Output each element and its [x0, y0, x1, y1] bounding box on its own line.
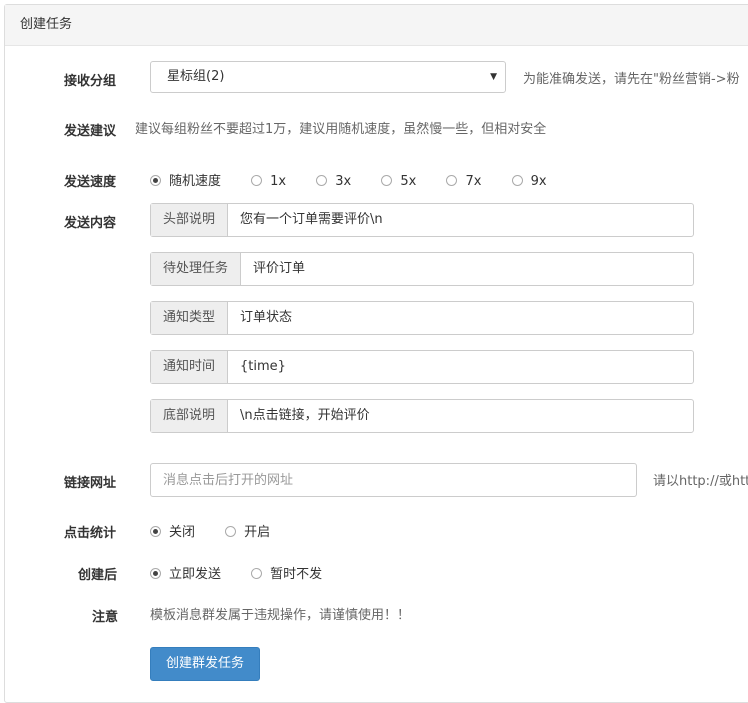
after-create-radio-group: 立即发送 暂时不发 — [150, 563, 348, 582]
field-value[interactable]: 评价订单 — [241, 253, 305, 285]
radio-icon[interactable] — [251, 568, 263, 579]
speed-option-random[interactable]: 随机速度 — [150, 170, 221, 189]
link-hint: 请以http://或htt — [653, 474, 748, 489]
radio-checked-icon[interactable] — [150, 568, 161, 579]
speed-option-3x[interactable]: 3x — [316, 174, 351, 189]
radio-icon[interactable] — [511, 175, 523, 186]
speed-option-1x[interactable]: 1x — [251, 174, 286, 189]
content-field-notify-time[interactable]: 通知时间 {time} — [150, 350, 694, 384]
speed-option-5x[interactable]: 5x — [381, 174, 416, 189]
receive-group-select[interactable]: 星标组(2) ▼ — [150, 61, 506, 93]
receive-group-selected: 星标组(2) — [167, 69, 225, 84]
field-value[interactable]: 订单状态 — [228, 302, 292, 334]
after-create-send-now[interactable]: 立即发送 — [150, 563, 221, 582]
content-field-header[interactable]: 头部说明 您有一个订单需要评价\n — [150, 203, 694, 237]
notice-text: 模板消息群发属于违规操作，请谨慎使用！！ — [150, 608, 411, 623]
field-addon: 通知时间 — [151, 351, 229, 383]
receive-group-hint: 为能准确发送，请先在"粉丝营销->粉 — [523, 72, 740, 87]
field-value[interactable]: 您有一个订单需要评价\n — [228, 204, 383, 236]
field-value[interactable]: {time} — [228, 351, 286, 383]
click-stats-radio-group: 关闭 开启 — [150, 521, 296, 540]
field-addon: 待处理任务 — [151, 253, 242, 285]
field-value[interactable]: \n点击链接，开始评价 — [228, 400, 370, 432]
link-url-input[interactable] — [150, 463, 637, 497]
speed-radio-group: 随机速度 1x 3x 5x 7x 9x — [150, 170, 573, 189]
field-addon: 通知类型 — [151, 302, 229, 334]
panel-title: 创建任务 — [5, 5, 748, 46]
chevron-down-icon: ▼ — [490, 72, 497, 82]
content-field-notify-type[interactable]: 通知类型 订单状态 — [150, 301, 694, 335]
speed-option-7x[interactable]: 7x — [446, 174, 481, 189]
click-stats-off[interactable]: 关闭 — [150, 521, 195, 540]
click-stats-on[interactable]: 开启 — [225, 521, 270, 540]
radio-checked-icon[interactable] — [150, 526, 161, 537]
content-field-pending-task[interactable]: 待处理任务 评价订单 — [150, 252, 694, 286]
radio-icon[interactable] — [381, 175, 393, 186]
after-create-hold[interactable]: 暂时不发 — [251, 563, 322, 582]
radio-icon[interactable] — [225, 526, 237, 537]
suggestion-text: 建议每组粉丝不要超过1万，建议用随机速度，虽然慢一些，但相对安全 — [135, 122, 547, 137]
speed-option-9x[interactable]: 9x — [511, 174, 547, 189]
field-addon: 底部说明 — [151, 400, 229, 432]
radio-icon[interactable] — [446, 175, 458, 186]
radio-checked-icon[interactable] — [150, 175, 161, 186]
radio-icon[interactable] — [316, 175, 328, 186]
field-addon: 头部说明 — [151, 204, 229, 236]
content-field-footer[interactable]: 底部说明 \n点击链接，开始评价 — [150, 399, 694, 433]
radio-icon[interactable] — [251, 175, 263, 186]
create-broadcast-task-button[interactable]: 创建群发任务 — [150, 647, 260, 681]
